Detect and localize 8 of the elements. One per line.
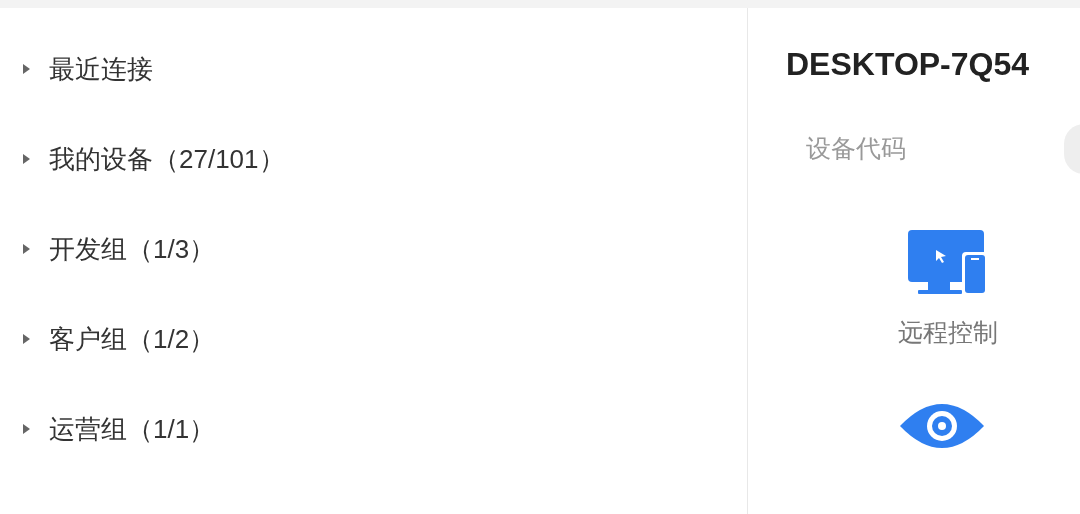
device-title: DESKTOP-7Q54 [786,45,1031,84]
action-label[interactable]: 远程控制 [898,314,998,352]
group-tree-item[interactable]: 开发组（1/3） [22,232,747,266]
group-tree-item[interactable]: 最近连接 [22,52,747,86]
group-tree-item[interactable]: 我的设备（27/101） [22,142,747,176]
device-code-label: 设备代码 [806,133,906,165]
group-tree-item[interactable]: 运营组（1/1） [22,412,747,446]
group-tree-item[interactable]: 客户组（1/2） [22,322,747,356]
